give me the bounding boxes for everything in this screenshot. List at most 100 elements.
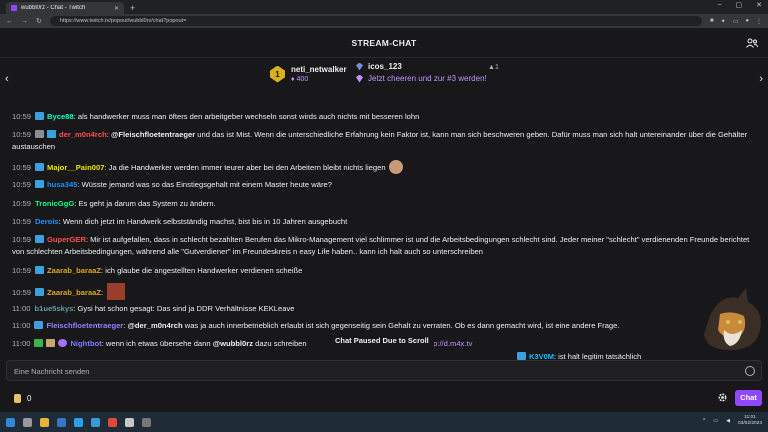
message-text: : Es geht ja darum das System zu ändern.: [74, 199, 216, 208]
chat-input[interactable]: [7, 362, 707, 381]
search-icon[interactable]: [23, 417, 32, 427]
username[interactable]: Zaarab_baraaZ: [47, 266, 101, 275]
leaderboard-first-bits: ♦ 400: [291, 76, 309, 83]
reload-icon[interactable]: ↻: [36, 17, 42, 25]
app-icon[interactable]: [57, 417, 66, 427]
chat-messages[interactable]: 10:59 Byce88: als handwerker muss man öft…: [0, 103, 768, 353]
username[interactable]: Fleischfloetentraeger: [46, 321, 123, 330]
leaderboard-next-icon[interactable]: ›: [759, 73, 763, 85]
gold-medal-icon: 1: [270, 65, 285, 83]
timestamp: 11:00: [12, 321, 31, 330]
mention[interactable]: @der_m0n4rch: [128, 321, 183, 330]
windows-start-icon[interactable]: [6, 417, 15, 427]
badge-icon: [46, 339, 56, 347]
chrome-icon[interactable]: [108, 417, 117, 427]
chat-message: 11:00 b1ue5skys: Gysi hat schon gesagt: D…: [12, 303, 757, 315]
username[interactable]: Byce88: [47, 112, 74, 121]
gear-icon[interactable]: [717, 392, 728, 403]
timestamp: 10:59: [12, 266, 32, 275]
network-icon[interactable]: ▭: [713, 418, 718, 424]
close-tab-icon[interactable]: ✕: [114, 5, 119, 12]
chat-message: 10:59 Major__Pain007: Ja die Handwerker w…: [12, 160, 757, 174]
mention[interactable]: @wubbl0rz: [213, 339, 253, 348]
chat-message: 10:59 Zaarab_baraaZ:: [12, 283, 757, 300]
bits-icon: ♦: [291, 76, 295, 83]
rank-up-icon: ▲: [488, 64, 495, 71]
maximize-icon[interactable]: ▢: [736, 1, 743, 9]
chat-paused-banner[interactable]: Chat Paused Due to Scroll: [330, 334, 434, 348]
timestamp: 10:59: [12, 217, 32, 226]
message-text: : Gysi hat schon gesagt: Das sind ja DDR…: [73, 304, 295, 313]
browser-toolbar: ← → ↻ https://www.twitch.tv/popout/wubbl…: [0, 14, 768, 28]
message-text: : als handwerker muss man öfters den arb…: [73, 112, 420, 121]
edge-icon[interactable]: [74, 417, 83, 427]
mention[interactable]: @Fleischfloetentraeger: [111, 130, 195, 139]
close-window-icon[interactable]: ✕: [756, 1, 762, 9]
channel-points-icon: [14, 394, 21, 403]
chat-message: 10:59 Byce88: als handwerker muss man öft…: [12, 111, 757, 123]
minimize-icon[interactable]: –: [718, 1, 722, 9]
new-tab-icon[interactable]: +: [130, 2, 135, 14]
leaderboard-second-name: icos_123: [368, 62, 402, 71]
sidebar-icon[interactable]: ▭: [733, 18, 739, 25]
username[interactable]: TronicGgG: [35, 199, 74, 208]
app-icon[interactable]: [142, 417, 151, 427]
users-icon[interactable]: [746, 38, 758, 48]
message-text: was ja auch innerbetrieblich erlaubt ist…: [182, 321, 620, 330]
emote-picker-icon[interactable]: [745, 366, 755, 376]
windows-taskbar: ^ ▭ ◀ 11:01 03/02/2023: [0, 412, 768, 432]
cheer-gem-icon: [356, 74, 363, 83]
window-controls: – ▢ ✕: [718, 1, 762, 9]
timestamp: 10:59: [12, 199, 32, 208]
chat-header: STREAM-CHAT: [0, 28, 768, 58]
file-explorer-icon[interactable]: [40, 417, 49, 427]
username[interactable]: Nightbot: [70, 339, 101, 348]
username[interactable]: husa345: [47, 180, 77, 189]
address-bar[interactable]: https://www.twitch.tv/popout/wubbl0rz/ch…: [49, 16, 703, 26]
subscriber-badge-icon: [35, 235, 45, 243]
app-icon[interactable]: [91, 417, 100, 427]
tab-title: wubbl0rz - Chat - Twitch: [21, 5, 86, 11]
channel-points[interactable]: 0: [14, 394, 31, 403]
leaderboard-second: icos_123 Jetzt cheeren und zur #3 werden…: [356, 62, 487, 83]
message-text: : Mir ist aufgefallen, dass in schlecht …: [12, 235, 750, 256]
browser-tabbar: wubbl0rz - Chat - Twitch ✕ + – ▢ ✕: [0, 0, 768, 14]
chat-message: 11:00 Fleischfloetentraeger: @der_m0n4rch…: [12, 321, 620, 330]
username[interactable]: b1ue5skys: [34, 304, 73, 313]
bits-leaderboard: ‹ 1 neti_netwalker ♦ 400 icos_123 Jetzt …: [0, 59, 768, 101]
back-icon[interactable]: ←: [6, 18, 13, 25]
subscriber-badge-icon: [35, 288, 45, 296]
subscriber-badge-icon: [47, 130, 57, 138]
cheer-cta-text[interactable]: Jetzt cheeren und zur #3 werden!: [368, 74, 487, 83]
browser-tab[interactable]: wubbl0rz - Chat - Twitch ✕: [6, 2, 124, 14]
leaderboard-first-name: neti_netwalker: [291, 65, 347, 74]
chat-input-container: [6, 360, 762, 381]
timestamp: 10:59: [12, 130, 32, 139]
message-text: : ich glaube die angestellten Handwerker…: [101, 266, 303, 275]
system-tray: ^ ▭ ◀ 11:01 03/02/2023: [703, 415, 762, 427]
username[interactable]: Derois: [35, 217, 59, 226]
profile-icon[interactable]: ●: [745, 18, 749, 25]
app-icon[interactable]: [125, 417, 134, 427]
twitch-favicon-icon: [11, 5, 17, 11]
verified-badge-icon: [58, 339, 68, 347]
message-text: : Wenn dich jetzt im Handwerk selbststän…: [58, 217, 348, 226]
username[interactable]: Major__Pain007: [47, 163, 104, 172]
forward-icon[interactable]: →: [21, 18, 28, 25]
tray-chevron-icon[interactable]: ^: [703, 418, 705, 424]
moderator-badge-icon: [34, 339, 44, 347]
puzzle-icon[interactable]: ✦: [721, 18, 726, 25]
subscriber-badge-icon: [35, 266, 45, 274]
bits-gem-icon: [356, 62, 363, 71]
username[interactable]: der_m0n4rch: [59, 130, 107, 139]
menu-icon[interactable]: ⋮: [756, 18, 762, 25]
leaderboard-prev-icon[interactable]: ‹: [5, 73, 9, 85]
extension-icon[interactable]: ■: [710, 18, 714, 25]
chat-send-button[interactable]: Chat: [735, 390, 762, 406]
volume-icon[interactable]: ◀: [726, 418, 730, 424]
username[interactable]: GuperGER: [47, 235, 86, 244]
message-text: : wenn ich etwas übersehe dann: [101, 339, 213, 348]
message-text: : Ja die Handwerker werden immer teurer …: [104, 163, 386, 172]
username[interactable]: Zaarab_baraaZ: [47, 288, 101, 297]
clock[interactable]: 11:01 03/02/2023: [738, 415, 762, 427]
